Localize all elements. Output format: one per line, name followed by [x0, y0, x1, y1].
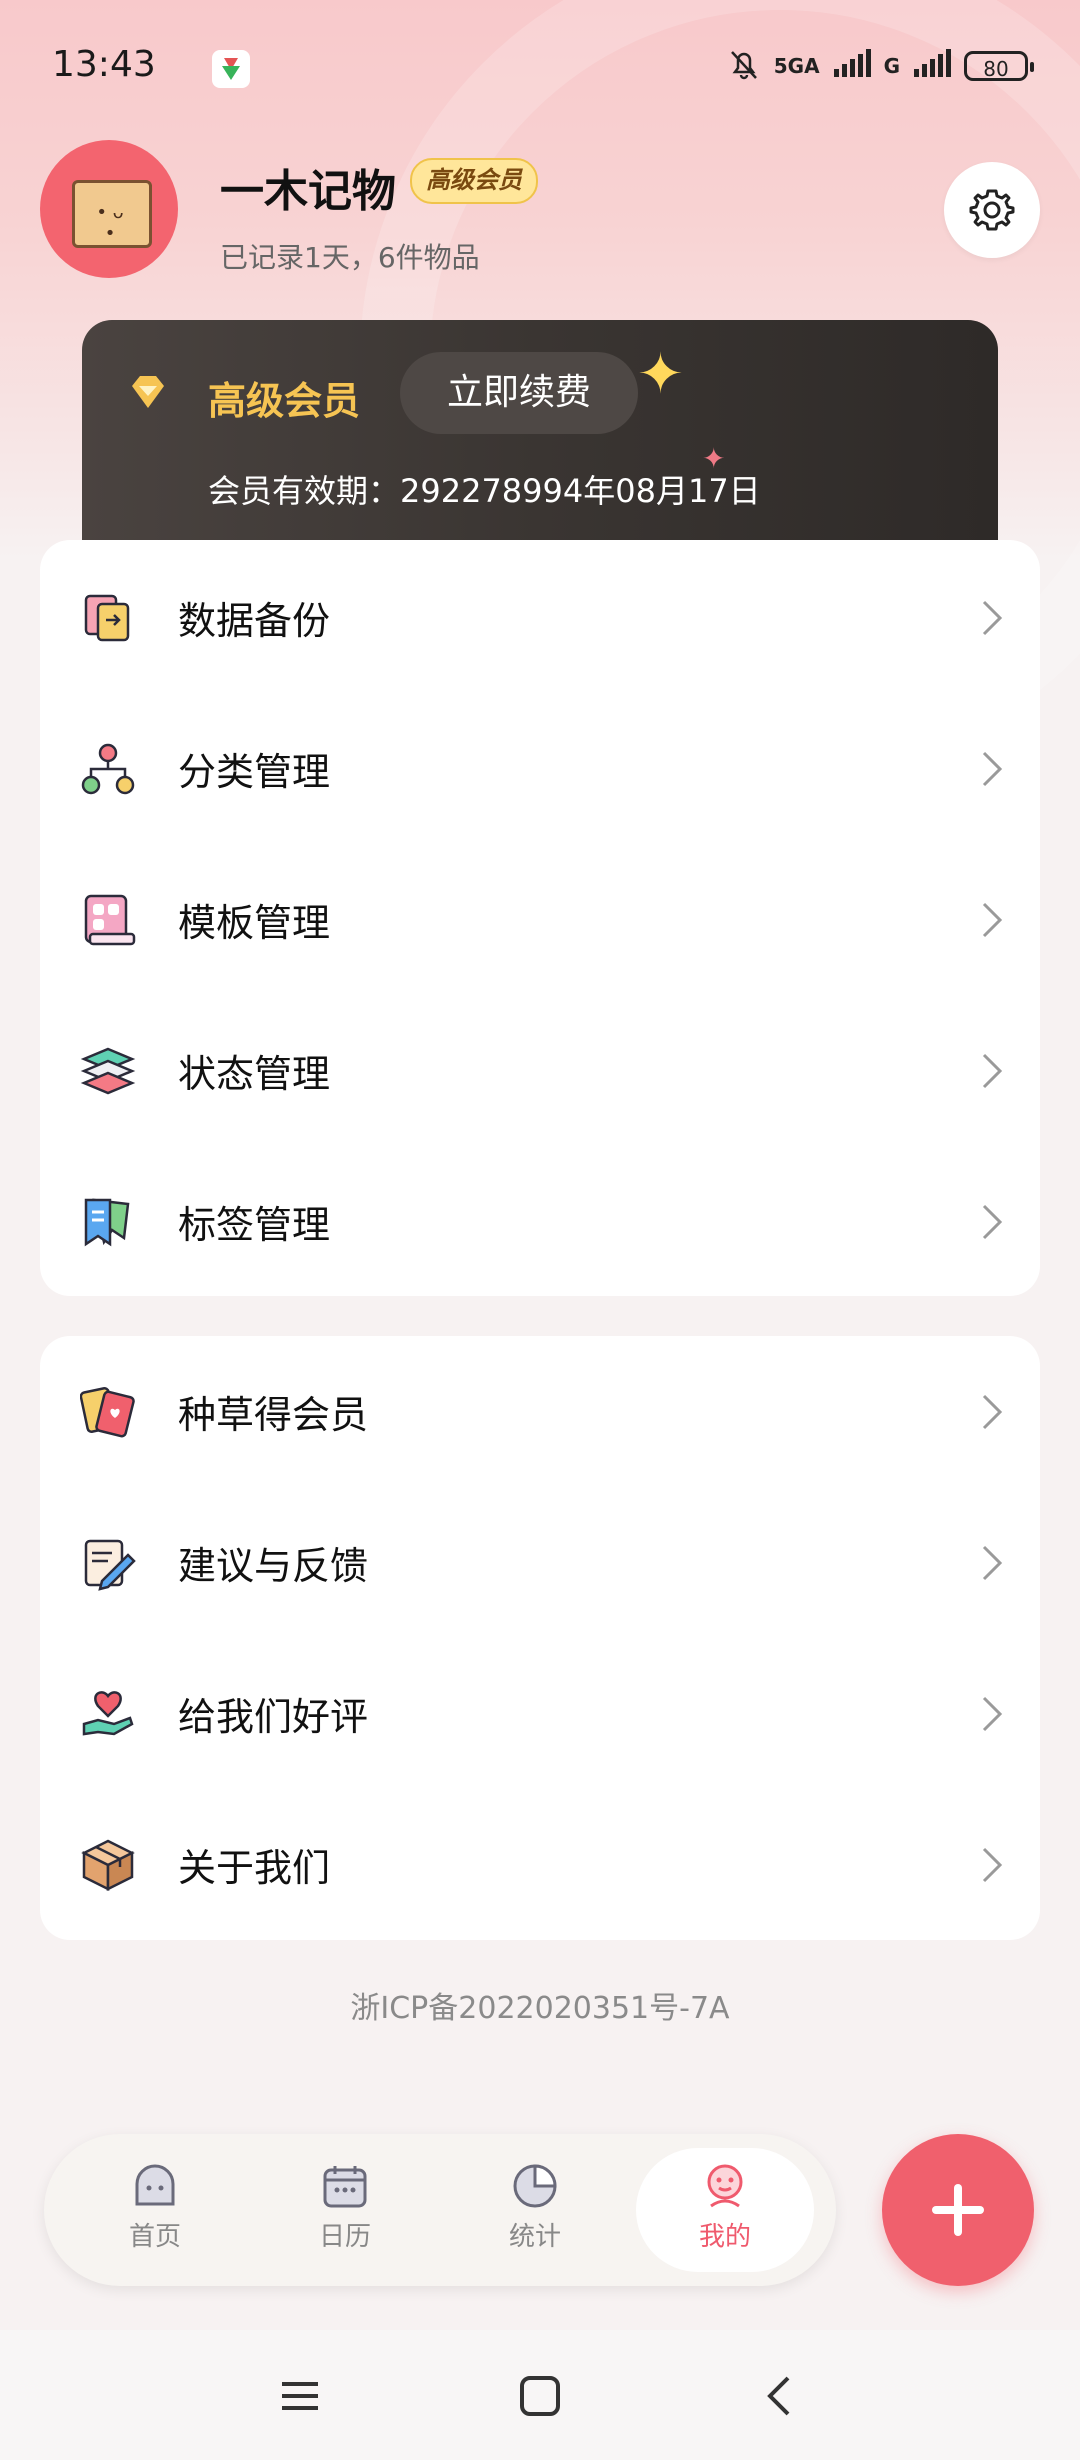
- chevron-right-icon: [982, 1545, 1003, 1580]
- chevron-right-icon: [982, 1696, 1003, 1731]
- network-type-1: 5GA: [773, 54, 820, 78]
- tab-label: 日历: [318, 2222, 371, 2252]
- menu-item-category[interactable]: 分类管理: [40, 693, 1040, 844]
- tab-profile[interactable]: 我的: [636, 2148, 814, 2272]
- heart-hand-icon: [82, 1690, 134, 1735]
- mute-bell-icon: [726, 46, 762, 86]
- menu-label: 数据备份: [178, 599, 331, 643]
- back-icon[interactable]: [756, 2372, 804, 2420]
- home-icon: [135, 2164, 175, 2206]
- profile-name: 一木记物: [220, 166, 396, 217]
- status-bar: 13:43 5GA G 80: [52, 44, 1034, 92]
- menu-label: 模板管理: [178, 901, 331, 945]
- renew-button[interactable]: 立即续费: [400, 352, 638, 434]
- tag-icon: [84, 1198, 130, 1246]
- menu-item-template[interactable]: 模板管理: [40, 844, 1040, 995]
- vip-badge: 高级会员: [410, 158, 538, 204]
- box-icon: [81, 1839, 135, 1891]
- home-square-icon[interactable]: [516, 2372, 564, 2420]
- category-icon: [81, 743, 135, 794]
- settings-menu-card: 数据备份 分类管理 模板管理 状态管理 标签管理: [40, 540, 1040, 1296]
- menu-icon[interactable]: [276, 2372, 324, 2420]
- chevron-right-icon: [982, 1204, 1003, 1239]
- avatar-face: • ᴗ •: [96, 202, 124, 244]
- menu-item-feedback[interactable]: 建议与反馈: [40, 1487, 1040, 1638]
- chevron-right-icon: [982, 1394, 1003, 1429]
- menu-label: 关于我们: [178, 1846, 331, 1890]
- status-time: 13:43: [52, 44, 156, 85]
- menu-label: 给我们好评: [178, 1695, 369, 1739]
- chevron-right-icon: [982, 600, 1003, 635]
- feedback-icon: [84, 1539, 136, 1591]
- layers-icon: [80, 1047, 136, 1094]
- menu-item-membership-reward[interactable]: 种草得会员: [40, 1336, 1040, 1487]
- system-navigation-bar: [0, 2330, 1080, 2460]
- calendar-icon: [323, 2166, 367, 2208]
- network-type-2: G: [883, 54, 900, 78]
- data-backup-icon: [84, 594, 130, 641]
- sparkle-icon: ✦: [637, 342, 684, 407]
- membership-level: 高级会员: [208, 379, 361, 423]
- menu-item-status[interactable]: 状态管理: [40, 995, 1040, 1146]
- membership-card: 高级会员 立即续费 ✦ ✦ 会员有效期：292278994年08月17日: [82, 320, 998, 560]
- chevron-right-icon: [982, 1053, 1003, 1088]
- signal-icon: [832, 49, 872, 83]
- icp-license[interactable]: 浙ICP备2022020351号-7A: [0, 1983, 1080, 2027]
- profile-icon: [707, 2164, 743, 2208]
- chevron-right-icon: [982, 751, 1003, 786]
- tab-calendar[interactable]: 日历: [256, 2148, 434, 2272]
- menu-label: 种草得会员: [178, 1393, 369, 1437]
- avatar[interactable]: • ᴗ •: [40, 140, 178, 278]
- tab-home[interactable]: 首页: [66, 2148, 244, 2272]
- template-icon: [84, 894, 136, 945]
- gear-icon: [969, 189, 1015, 231]
- menu-item-about[interactable]: 关于我们: [40, 1789, 1040, 1940]
- signal-icon-2: [912, 49, 952, 83]
- chevron-right-icon: [982, 902, 1003, 937]
- add-item-button[interactable]: [882, 2134, 1034, 2286]
- notification-app-icon: [212, 50, 250, 88]
- cards-icon: [80, 1386, 135, 1437]
- stats-icon: [513, 2164, 557, 2208]
- bottom-tab-bar: 首页 日历 统计 我的: [44, 2134, 836, 2286]
- menu-item-tag[interactable]: 标签管理: [40, 1146, 1040, 1297]
- menu-label: 建议与反馈: [178, 1544, 369, 1588]
- menu-label: 分类管理: [178, 750, 331, 794]
- diamond-icon: [132, 376, 164, 408]
- menu-item-rate-us[interactable]: 给我们好评: [40, 1638, 1040, 1789]
- menu-item-data-backup[interactable]: 数据备份: [40, 542, 1040, 693]
- menu-label: 标签管理: [178, 1203, 331, 1247]
- membership-expiry: 会员有效期：292278994年08月17日: [208, 472, 761, 510]
- tab-stats[interactable]: 统计: [446, 2148, 624, 2272]
- tab-label: 统计: [508, 2222, 561, 2252]
- profile-subtitle: 已记录1天，6件物品: [220, 241, 480, 274]
- tab-label: 我的: [698, 2222, 751, 2252]
- about-menu-card: 种草得会员 建议与反馈 给我们好评 关于我们: [40, 1336, 1040, 1940]
- menu-label: 状态管理: [178, 1052, 331, 1096]
- tab-label: 首页: [128, 2222, 181, 2252]
- chevron-right-icon: [982, 1847, 1003, 1882]
- battery-icon: 80: [964, 51, 1034, 81]
- settings-button[interactable]: [944, 162, 1040, 258]
